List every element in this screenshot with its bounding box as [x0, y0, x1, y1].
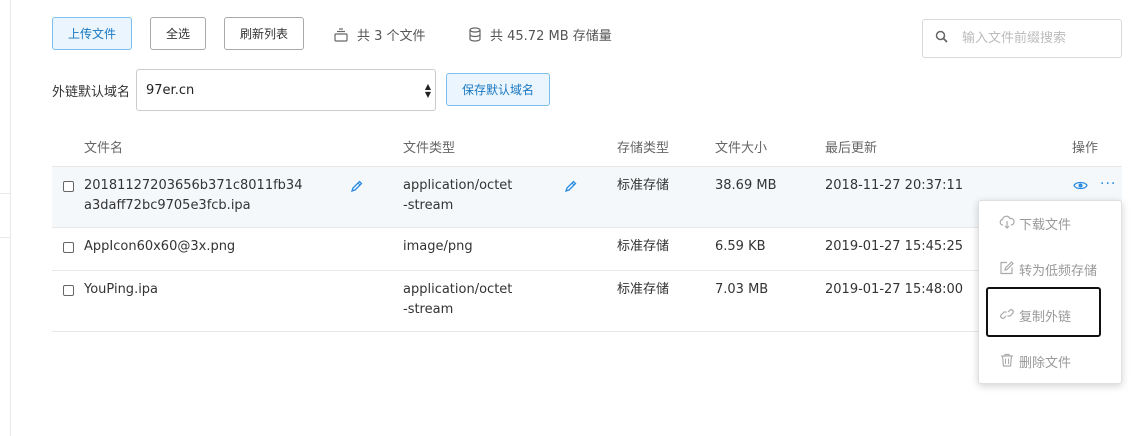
- storage-type-cell: 标准存储: [617, 239, 670, 254]
- file-name-cell: YouPing.ipa: [84, 282, 159, 297]
- select-arrows-icon: ▲ ▼: [424, 82, 431, 99]
- domain-selected-value: 97er.cn: [146, 82, 195, 98]
- left-panel-divider: [0, 237, 10, 238]
- domain-select[interactable]: 97er.cn ▲ ▼: [136, 69, 436, 111]
- database-icon: [468, 27, 482, 42]
- edit-filename-icon[interactable]: [350, 180, 363, 197]
- row-checkbox[interactable]: [63, 242, 74, 253]
- table-divider: [52, 270, 1122, 271]
- file-count-text: 共 3 个文件: [357, 29, 426, 44]
- left-panel-divider: [0, 193, 10, 194]
- storage-text: 共 45.72 MB 存储量: [490, 29, 612, 44]
- table-divider: [52, 331, 1122, 332]
- storage-stat: 共 45.72 MB 存储量: [468, 25, 612, 44]
- storage-type-cell: 标准存储: [617, 178, 670, 193]
- search-input[interactable]: [962, 31, 1102, 46]
- file-name-cell: 20181127203656b371c8011fb34 a3daff72bc97…: [84, 178, 303, 213]
- menu-item-delete[interactable]: 删除文件: [999, 352, 1071, 371]
- file-size-cell: 7.03 MB: [715, 282, 769, 297]
- edit-square-icon: [999, 260, 1015, 279]
- save-default-domain-button[interactable]: 保存默认域名: [446, 73, 550, 106]
- table-divider: [52, 227, 1122, 228]
- search-box[interactable]: [922, 19, 1122, 58]
- last-updated-cell: 2019-01-27 15:48:00: [825, 282, 964, 297]
- select-all-button[interactable]: 全选: [150, 17, 206, 50]
- file-size-cell: 6.59 KB: [715, 239, 766, 254]
- left-panel-border: [10, 0, 11, 436]
- last-updated-cell: 2019-01-27 15:45:25: [825, 239, 964, 254]
- storage-type-cell: 标准存储: [617, 282, 670, 297]
- refresh-list-button[interactable]: 刷新列表: [224, 17, 304, 50]
- header-actions: 操作: [1072, 141, 1099, 156]
- menu-item-label: 下载文件: [1019, 218, 1072, 233]
- row-checkbox[interactable]: [63, 285, 74, 296]
- header-storage-type[interactable]: 存储类型: [617, 137, 669, 156]
- domain-label: 外链默认域名: [52, 85, 131, 100]
- file-count-stat: 共 3 个文件: [333, 25, 426, 44]
- file-size-cell: 38.69 MB: [715, 178, 777, 193]
- menu-item-convert-low-freq[interactable]: 转为低频存储: [999, 260, 1097, 279]
- trash-icon: [999, 353, 1015, 371]
- file-type-cell: image/png: [403, 239, 473, 254]
- more-actions-icon[interactable]: ···: [1100, 176, 1116, 192]
- cloud-download-icon: [999, 215, 1015, 233]
- upload-file-button[interactable]: 上传文件: [52, 17, 132, 50]
- header-filename[interactable]: 文件名: [84, 137, 123, 156]
- search-icon: [935, 30, 948, 47]
- header-last-updated[interactable]: 最后更新: [825, 137, 877, 156]
- last-updated-cell: 2018-11-27 20:37:11: [825, 178, 964, 193]
- stack-icon: [333, 27, 349, 42]
- menu-item-label: 删除文件: [1019, 356, 1072, 371]
- file-name-cell: AppIcon60x60@3x.png: [84, 239, 236, 254]
- row-checkbox[interactable]: [63, 181, 74, 192]
- preview-eye-icon[interactable]: [1073, 180, 1088, 195]
- file-type-cell: application/octet -stream: [403, 178, 513, 213]
- menu-item-download[interactable]: 下载文件: [999, 214, 1071, 233]
- header-filetype[interactable]: 文件类型: [403, 137, 455, 156]
- header-file-size[interactable]: 文件大小: [715, 137, 767, 156]
- edit-filetype-icon[interactable]: [564, 180, 577, 197]
- copy-link-highlight-box: [986, 287, 1101, 337]
- menu-item-label: 转为低频存储: [1019, 264, 1098, 279]
- file-type-cell: application/octet -stream: [403, 282, 513, 317]
